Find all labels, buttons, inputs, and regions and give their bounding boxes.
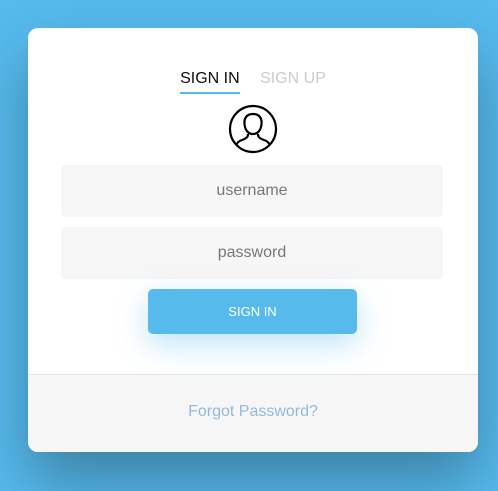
login-card: SIGN IN SIGN UP SIGN IN Forgot Password?	[28, 28, 478, 452]
auth-tabs: SIGN IN SIGN UP	[28, 70, 478, 94]
card-footer: Forgot Password?	[28, 374, 478, 452]
password-input[interactable]	[61, 227, 443, 279]
forgot-password-link[interactable]: Forgot Password?	[188, 403, 318, 421]
user-icon	[228, 104, 278, 154]
tab-sign-in[interactable]: SIGN IN	[180, 70, 240, 94]
sign-in-button[interactable]: SIGN IN	[148, 289, 357, 334]
tab-sign-up[interactable]: SIGN UP	[260, 70, 326, 94]
username-input[interactable]	[61, 165, 443, 217]
